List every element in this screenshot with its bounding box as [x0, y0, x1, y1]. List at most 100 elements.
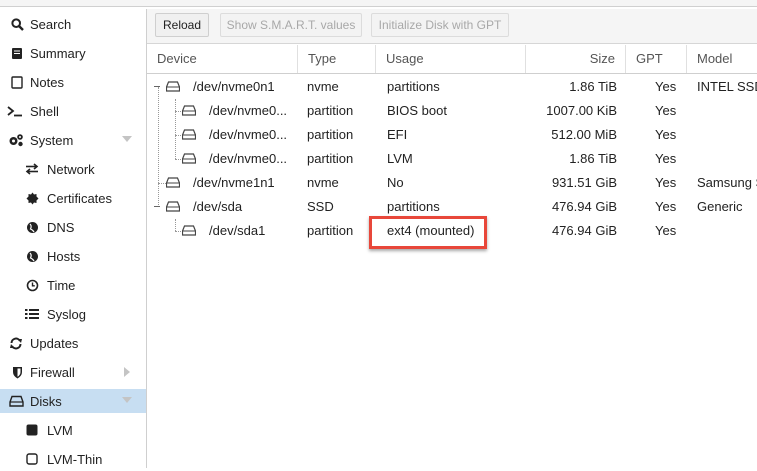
sidebar-item-time[interactable]: Time	[0, 273, 146, 297]
cell-device: /dev/nvme0...	[209, 103, 288, 118]
toolbar: Reload Show S.M.A.R.T. values Initialize…	[147, 9, 757, 44]
collapse-icon[interactable]	[154, 86, 160, 87]
cell-device: /dev/sda1	[209, 223, 266, 238]
square-outline-icon	[24, 451, 40, 467]
gears-icon	[8, 132, 24, 148]
cell-device: /dev/nvme0...	[209, 127, 288, 142]
cell-size: 476.94 GiB	[551, 199, 617, 214]
chevron-down-icon[interactable]	[122, 136, 132, 142]
sidebar-item-label: Time	[47, 277, 76, 293]
initialize-disk-gpt-button[interactable]: Initialize Disk with GPT	[371, 13, 509, 37]
exchange-icon	[24, 161, 40, 177]
reload-button[interactable]: Reload	[155, 13, 209, 37]
sidebar-item-label: Syslog	[47, 306, 87, 322]
sidebar-item-label: Search	[30, 16, 72, 32]
notes-icon	[9, 74, 25, 90]
cell-model: INTEL SSD	[697, 79, 757, 94]
table-row[interactable]: /dev/nvme0... partition LVM 1.86 TiB Yes	[147, 147, 757, 171]
table-row[interactable]: /dev/nvme0n1 nvme partitions 1.86 TiB Ye…	[147, 75, 757, 99]
clock-icon	[24, 277, 40, 293]
sidebar-item-firewall[interactable]: Firewall	[0, 360, 146, 384]
cell-device: /dev/nvme1n1	[193, 175, 275, 190]
sidebar-item-label: Disks	[30, 393, 62, 409]
cell-usage: EFI	[387, 127, 408, 142]
cell-size: 1.86 TiB	[569, 79, 617, 94]
column-header-usage[interactable]: Usage	[376, 45, 526, 73]
sidebar-item-notes[interactable]: Notes	[0, 70, 146, 94]
cell-size: 512.00 MiB	[551, 127, 617, 142]
list-icon	[24, 306, 40, 322]
refresh-icon	[8, 335, 24, 351]
cell-model	[697, 123, 757, 147]
column-header-model[interactable]: Model	[687, 45, 757, 73]
hdd-icon	[182, 105, 196, 116]
sidebar-item-label: Certificates	[47, 190, 113, 206]
sidebar-item-network[interactable]: Network	[0, 157, 146, 181]
cell-type: nvme	[307, 79, 339, 94]
search-icon	[9, 16, 25, 32]
cell-model: Samsung S	[697, 175, 757, 190]
sidebar-item-shell[interactable]: Shell	[0, 99, 146, 123]
cell-usage: BIOS boot	[387, 103, 447, 118]
column-header-size[interactable]: Size	[526, 45, 626, 73]
column-header-gpt[interactable]: GPT	[626, 45, 687, 73]
sidebar-item-label: Summary	[30, 45, 86, 61]
certificate-icon	[24, 190, 40, 206]
table-row[interactable]: /dev/nvme0... partition BIOS boot 1007.0…	[147, 99, 757, 123]
hdd-icon	[166, 81, 180, 92]
highlight-box	[369, 216, 487, 249]
sidebar-item-updates[interactable]: Updates	[0, 331, 146, 355]
sidebar-item-label: Shell	[30, 103, 59, 119]
column-header-type[interactable]: Type	[298, 45, 376, 73]
cell-usage: partitions	[387, 79, 440, 94]
sidebar-item-lvm[interactable]: LVM	[0, 418, 146, 442]
sidebar-item-label: Updates	[30, 335, 79, 351]
cell-usage: LVM	[387, 151, 413, 166]
chevron-down-icon[interactable]	[122, 397, 132, 403]
cell-gpt: Yes	[655, 151, 677, 166]
sidebar-item-label: LVM	[47, 422, 73, 438]
sidebar-item-search[interactable]: Search	[0, 12, 146, 36]
table-row[interactable]: /dev/nvme1n1 nvme No 931.51 GiB Yes Sams…	[147, 171, 757, 195]
hdd-icon	[182, 225, 196, 236]
cell-type: partition	[307, 127, 354, 142]
terminal-icon	[7, 103, 23, 119]
square-icon	[24, 422, 40, 438]
sidebar-item-hosts[interactable]: Hosts	[0, 244, 146, 268]
sidebar-item-system[interactable]: System	[0, 128, 146, 152]
book-icon	[9, 45, 25, 61]
sidebar-item-lvm-thin[interactable]: LVM-Thin	[0, 447, 146, 471]
cell-gpt: Yes	[655, 199, 677, 214]
table-row[interactable]: /dev/nvme0... partition EFI 512.00 MiB Y…	[147, 123, 757, 147]
disks-panel: Reload Show S.M.A.R.T. values Initialize…	[147, 9, 757, 468]
sidebar-item-certificates[interactable]: Certificates	[0, 186, 146, 210]
hdd-icon	[8, 393, 24, 409]
sidebar-item-dns[interactable]: DNS	[0, 215, 146, 239]
hdd-icon	[182, 129, 196, 140]
sidebar-item-syslog[interactable]: Syslog	[0, 302, 146, 326]
hdd-icon	[182, 153, 196, 164]
grid-header: Device Type Usage Size GPT Model	[147, 45, 757, 74]
cell-size: 1007.00 KiB	[546, 103, 617, 118]
cell-model: Generic	[697, 199, 743, 214]
cell-type: SSD	[307, 199, 334, 214]
cell-size: 1.86 TiB	[569, 151, 617, 166]
cell-size: 476.94 GiB	[551, 223, 617, 238]
top-border	[0, 0, 757, 7]
column-header-device[interactable]: Device	[147, 45, 298, 73]
cell-device: /dev/sda	[193, 199, 243, 214]
cell-type: nvme	[307, 175, 339, 190]
cell-gpt: Yes	[655, 127, 677, 142]
show-smart-values-button[interactable]: Show S.M.A.R.T. values	[220, 13, 362, 37]
sidebar-item-label: DNS	[47, 219, 75, 235]
cell-model	[697, 219, 757, 243]
hdd-icon	[166, 177, 180, 188]
sidebar-item-disks[interactable]: Disks	[0, 389, 146, 413]
sidebar-item-summary[interactable]: Summary	[0, 41, 146, 65]
chevron-right-icon[interactable]	[124, 367, 130, 377]
collapse-icon[interactable]	[154, 206, 160, 207]
cell-device: /dev/nvme0...	[209, 151, 288, 166]
shield-icon	[9, 364, 25, 380]
globe-icon	[24, 248, 40, 264]
sidebar: Search Summary Notes Shell System Networ…	[0, 9, 147, 468]
